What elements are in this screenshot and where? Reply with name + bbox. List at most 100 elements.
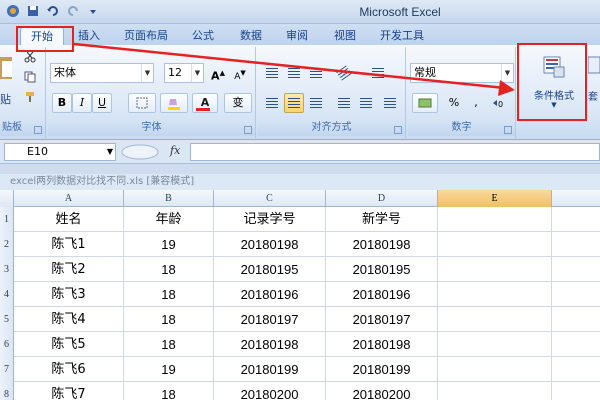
cell-b[interactable]: 18 — [124, 332, 214, 357]
cell-e[interactable] — [438, 282, 552, 307]
wrap-text-button[interactable] — [368, 63, 388, 83]
italic-button[interactable]: I — [72, 93, 92, 113]
align-top-button[interactable] — [262, 63, 282, 83]
cell-a[interactable]: 陈飞7 — [14, 382, 124, 400]
font-name-combo[interactable]: 宋体 ▼ — [50, 63, 154, 83]
tab-review[interactable]: 审阅 — [286, 27, 308, 46]
shrink-font-button[interactable]: A▼ — [230, 63, 250, 83]
cell-c[interactable]: 20180195 — [214, 257, 326, 282]
cut-icon[interactable] — [24, 51, 36, 63]
cell-c[interactable]: 20180198 — [214, 332, 326, 357]
borders-button[interactable] — [128, 93, 156, 113]
insert-function-icon[interactable]: fx — [170, 144, 180, 157]
tab-page-layout[interactable]: 页面布局 — [124, 27, 168, 46]
formula-input[interactable] — [190, 143, 600, 161]
cell-c[interactable]: 20180197 — [214, 307, 326, 332]
formula-bar-divider-icon[interactable] — [120, 144, 160, 160]
cell-c[interactable]: 20180199 — [214, 357, 326, 382]
cell-a[interactable]: 陈飞1 — [14, 232, 124, 257]
column-header-c[interactable]: C — [214, 190, 326, 207]
cell-c[interactable]: 20180196 — [214, 282, 326, 307]
cell-b[interactable]: 18 — [124, 282, 214, 307]
tab-data[interactable]: 数据 — [240, 27, 262, 46]
number-format-combo[interactable]: 常规 ▼ — [410, 63, 514, 83]
format-painter-icon[interactable] — [24, 91, 36, 103]
row-header[interactable]: 4 — [0, 282, 14, 307]
percent-button[interactable]: % — [444, 93, 464, 113]
cell-d[interactable]: 新学号 — [326, 207, 438, 232]
font-size-combo[interactable]: 12 ▼ — [164, 63, 204, 83]
chevron-down-icon[interactable]: ▼ — [191, 64, 203, 82]
fill-color-button[interactable] — [160, 93, 188, 113]
align-bottom-button[interactable] — [306, 63, 326, 83]
orientation-button[interactable] — [334, 63, 354, 83]
copy-icon[interactable] — [24, 71, 36, 83]
align-right-button[interactable] — [306, 93, 326, 113]
tab-formulas[interactable]: 公式 — [192, 27, 214, 46]
comma-button[interactable]: , — [466, 93, 486, 113]
chevron-down-icon[interactable]: ▼ — [107, 144, 113, 160]
cell-b[interactable]: 19 — [124, 232, 214, 257]
cell-a[interactable]: 陈飞2 — [14, 257, 124, 282]
row-header[interactable]: 8 — [0, 382, 14, 400]
tab-home[interactable]: 开始 — [20, 27, 64, 46]
row-header[interactable]: 6 — [0, 332, 14, 357]
cell-d[interactable]: 20180198 — [326, 232, 438, 257]
cell-a[interactable]: 陈飞3 — [14, 282, 124, 307]
cell-d[interactable]: 20180197 — [326, 307, 438, 332]
row-header[interactable]: 5 — [0, 307, 14, 332]
cell-c[interactable]: 20180198 — [214, 232, 326, 257]
font-launcher-icon[interactable] — [244, 126, 252, 134]
row-header[interactable]: 2 — [0, 232, 14, 257]
cell-d[interactable]: 20180199 — [326, 357, 438, 382]
cell-c[interactable]: 20180200 — [214, 382, 326, 400]
phonetic-button[interactable]: 变 — [224, 93, 252, 113]
tab-view[interactable]: 视图 — [334, 27, 356, 46]
increase-indent-button[interactable] — [356, 93, 376, 113]
clipboard-launcher-icon[interactable] — [34, 126, 42, 134]
select-all-corner[interactable] — [0, 190, 14, 207]
cell-d[interactable]: 20180196 — [326, 282, 438, 307]
cell-a[interactable]: 姓名 — [14, 207, 124, 232]
column-header-e[interactable]: E — [438, 190, 552, 207]
worksheet-grid[interactable]: A B C D E 1 姓名 年龄 记录学号 新学号 2 陈飞1 19 20180198 2018… — [0, 190, 600, 400]
cell-d[interactable]: 20180200 — [326, 382, 438, 400]
paste-button[interactable]: 贴 — [0, 91, 11, 107]
cell-b[interactable]: 18 — [124, 307, 214, 332]
currency-button[interactable] — [412, 93, 438, 113]
paste-icon[interactable] — [0, 53, 14, 83]
row-header[interactable]: 3 — [0, 257, 14, 282]
format-as-table-button[interactable]: 套用 — [588, 55, 600, 105]
cell-e[interactable] — [438, 357, 552, 382]
chevron-down-icon[interactable]: ▼ — [501, 64, 513, 82]
tab-developer[interactable]: 开发工具 — [380, 27, 424, 46]
cell-e[interactable] — [438, 207, 552, 232]
row-header[interactable]: 1 — [0, 207, 14, 232]
merge-center-button[interactable] — [380, 93, 400, 113]
align-center-button[interactable] — [284, 93, 304, 113]
cell-e[interactable] — [438, 332, 552, 357]
cell-b[interactable]: 年龄 — [124, 207, 214, 232]
cell-e[interactable] — [438, 382, 552, 400]
increase-decimal-button[interactable]: 0 — [488, 93, 508, 113]
alignment-launcher-icon[interactable] — [394, 126, 402, 134]
tab-insert[interactable]: 插入 — [78, 27, 100, 46]
cell-e[interactable] — [438, 257, 552, 282]
cell-b[interactable]: 19 — [124, 357, 214, 382]
underline-button[interactable]: U — [92, 93, 112, 113]
number-launcher-icon[interactable] — [504, 126, 512, 134]
bold-button[interactable]: B — [52, 93, 72, 113]
font-color-button[interactable]: A — [192, 93, 218, 113]
name-box[interactable]: E10 ▼ — [4, 143, 116, 161]
cell-a[interactable]: 陈飞6 — [14, 357, 124, 382]
cell-b[interactable]: 18 — [124, 382, 214, 400]
cell-d[interactable]: 20180195 — [326, 257, 438, 282]
conditional-format-button[interactable]: 条件格式 ▼ — [526, 51, 582, 111]
cell-e[interactable] — [438, 307, 552, 332]
column-header-a[interactable]: A — [14, 190, 124, 207]
cell-d[interactable]: 20180198 — [326, 332, 438, 357]
cell-a[interactable]: 陈飞5 — [14, 332, 124, 357]
align-middle-button[interactable] — [284, 63, 304, 83]
row-header[interactable]: 7 — [0, 357, 14, 382]
cell-a[interactable]: 陈飞4 — [14, 307, 124, 332]
